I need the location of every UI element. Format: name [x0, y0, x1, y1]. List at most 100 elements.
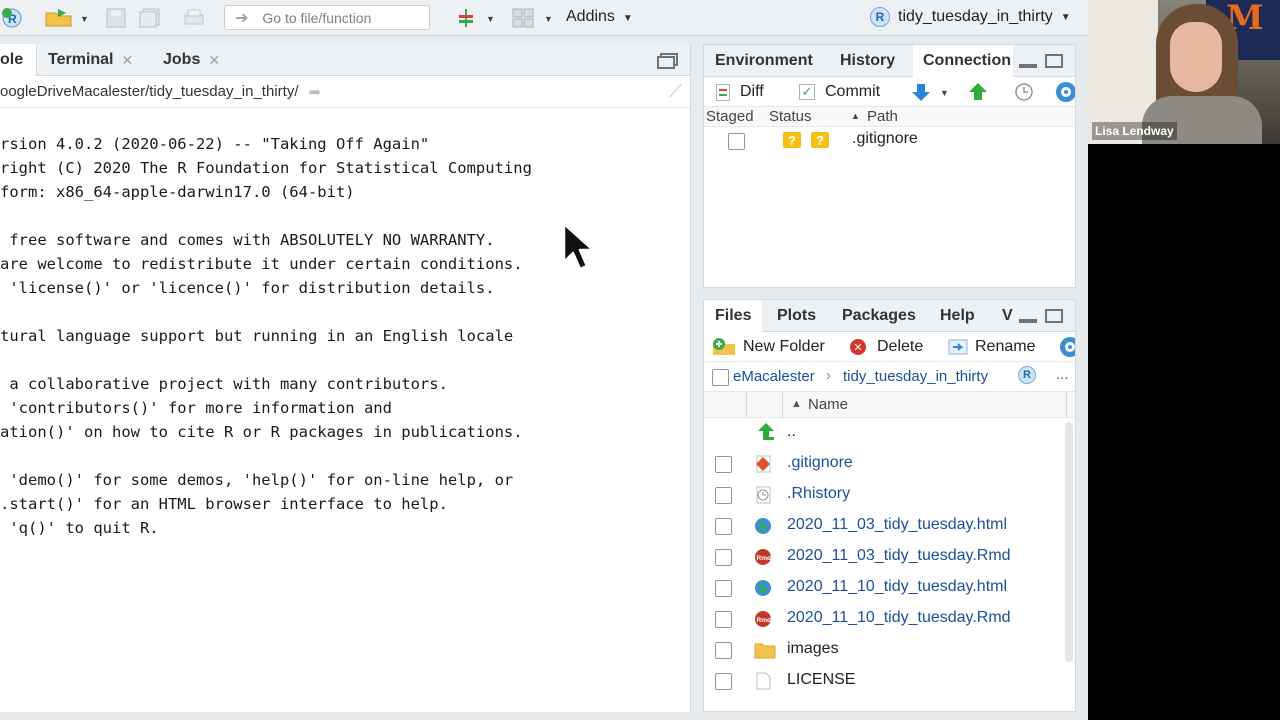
pull-button[interactable]: ▼: [912, 81, 952, 103]
push-button[interactable]: [968, 81, 988, 103]
console-pane: ole Terminal ✕ Jobs ✕ oogleDriveMacalest…: [0, 44, 691, 712]
tab-plots-label: Plots: [777, 307, 817, 324]
file-select-checkbox[interactable]: [715, 673, 732, 690]
print-icon[interactable]: [183, 6, 205, 30]
tab-history[interactable]: History: [840, 45, 895, 77]
html-file-icon: [754, 517, 772, 535]
tab-console-label: ole: [0, 51, 24, 68]
col-status[interactable]: Status: [769, 108, 812, 125]
tab-environment[interactable]: Environment: [715, 45, 813, 77]
rename-button[interactable]: Rename: [948, 336, 1035, 358]
tab-plots[interactable]: Plots: [777, 300, 816, 332]
save-icon[interactable]: [106, 6, 126, 30]
folder-icon: [754, 641, 776, 659]
files-scrollbar[interactable]: [1065, 422, 1073, 662]
file-name-link[interactable]: 2020_11_10_tidy_tuesday.html: [787, 578, 1007, 596]
tab-help[interactable]: Help: [940, 300, 975, 332]
parent-directory-row[interactable]: ..: [704, 418, 1069, 449]
minimize-pane-icon[interactable]: [1019, 319, 1037, 323]
new-folder-button[interactable]: New Folder: [712, 336, 825, 358]
go-to-directory-icon[interactable]: ➦: [308, 83, 321, 101]
close-icon[interactable]: ✕: [208, 52, 220, 69]
git-commit-icon[interactable]: ▼: [456, 6, 496, 30]
restore-pane-icon[interactable]: [657, 53, 679, 74]
addins-menu[interactable]: Addins ▼: [566, 8, 633, 26]
file-row[interactable]: Rmd 2020_11_03_tidy_tuesday.Rmd: [704, 542, 1069, 573]
console-line: right (C) 2020 The R Foundation for Stat…: [0, 159, 532, 177]
file-select-checkbox[interactable]: [715, 642, 732, 659]
tab-packages[interactable]: Packages: [842, 300, 916, 332]
file-select-checkbox[interactable]: [715, 580, 732, 597]
staged-checkbox[interactable]: [728, 133, 745, 150]
file-name-link[interactable]: .Rhistory: [787, 485, 850, 503]
console-line: a collaborative project with many contri…: [0, 375, 448, 393]
sort-asc-icon: ▲: [851, 111, 860, 121]
file-row[interactable]: .gitignore: [704, 449, 1069, 480]
col-path[interactable]: Path: [867, 108, 898, 125]
file-name-link[interactable]: LICENSE: [787, 671, 855, 689]
maximize-pane-icon[interactable]: [1045, 54, 1063, 68]
tab-jobs-label: Jobs: [163, 51, 201, 68]
file-select-checkbox[interactable]: [715, 611, 732, 628]
file-select-checkbox[interactable]: [715, 487, 732, 504]
close-icon[interactable]: ✕: [122, 52, 134, 69]
file-name-link[interactable]: .gitignore: [787, 454, 853, 472]
tab-viewer[interactable]: V: [1002, 300, 1013, 332]
files-more-button[interactable]: [1060, 336, 1075, 358]
tab-console[interactable]: ole: [0, 44, 37, 76]
git-settings-button[interactable]: [1056, 81, 1075, 103]
file-name-link[interactable]: images: [787, 640, 839, 658]
tab-terminal[interactable]: Terminal ✕: [48, 44, 133, 76]
tab-files[interactable]: Files: [704, 300, 763, 332]
tab-history-label: History: [840, 52, 896, 69]
new-project-icon[interactable]: R: [2, 6, 28, 30]
file-select-checkbox[interactable]: [715, 549, 732, 566]
diff-button[interactable]: Diff: [716, 81, 764, 103]
save-all-icon[interactable]: [139, 6, 161, 30]
file-select-checkbox[interactable]: [715, 518, 732, 535]
maximize-pane-icon[interactable]: [1045, 309, 1063, 323]
file-row[interactable]: LICENSE: [704, 666, 1069, 697]
project-menu[interactable]: R tidy_tuesday_in_thirty ▼: [870, 7, 1071, 27]
tab-jobs[interactable]: Jobs ✕: [163, 44, 220, 76]
select-all-checkbox[interactable]: [712, 369, 729, 386]
tab-connections[interactable]: Connection: [913, 45, 1013, 77]
svg-text:▼: ▼: [486, 14, 495, 24]
files-actions-bar: New Folder ✕ Delete Rename: [704, 332, 1075, 362]
tab-files-label: Files: [715, 307, 752, 324]
file-row[interactable]: .Rhistory: [704, 480, 1069, 511]
breadcrumb-parent[interactable]: eMacalester: [733, 368, 815, 385]
file-select-checkbox[interactable]: [715, 456, 732, 473]
open-file-icon[interactable]: ▼: [44, 6, 88, 30]
tab-environment-label: Environment: [715, 52, 813, 69]
file-row[interactable]: Rmd 2020_11_10_tidy_tuesday.Rmd: [704, 604, 1069, 635]
git-pane-tabbar: Environment History Connection: [704, 45, 1075, 77]
col-name[interactable]: Name: [808, 396, 848, 413]
chevron-down-icon: ▼: [1060, 11, 1071, 23]
column-divider: [1066, 392, 1067, 418]
file-name-link[interactable]: 2020_11_03_tidy_tuesday.Rmd: [787, 547, 1011, 565]
git-row[interactable]: ? ? .gitignore: [704, 127, 1075, 155]
text-file-icon: [754, 672, 772, 690]
file-row[interactable]: images: [704, 635, 1069, 666]
minimize-pane-icon[interactable]: [1019, 64, 1037, 68]
go-to-file-function-input[interactable]: ➔ Go to file/function: [224, 5, 430, 30]
checkbox-checked-icon: ✓: [799, 84, 815, 100]
file-name-link[interactable]: 2020_11_10_tidy_tuesday.Rmd: [787, 609, 1011, 627]
history-button[interactable]: [1014, 81, 1034, 103]
file-row[interactable]: 2020_11_03_tidy_tuesday.html: [704, 511, 1069, 542]
console-output[interactable]: rsion 4.0.2 (2020-06-22) -- "Taking Off …: [0, 132, 532, 540]
commit-button[interactable]: ✓ Commit: [799, 81, 880, 103]
git-row-path: .gitignore: [852, 130, 918, 147]
breadcrumb-current[interactable]: tidy_tuesday_in_thirty: [843, 368, 988, 385]
delete-label: Delete: [877, 338, 924, 355]
more-options-button[interactable]: ...: [1056, 366, 1069, 383]
file-row[interactable]: 2020_11_10_tidy_tuesday.html: [704, 573, 1069, 604]
clock-icon: [1015, 83, 1033, 101]
clear-console-icon[interactable]: ⟋: [669, 81, 682, 102]
layout-grid-icon[interactable]: ▼: [512, 6, 556, 30]
file-name-link[interactable]: 2020_11_03_tidy_tuesday.html: [787, 516, 1007, 534]
delete-button[interactable]: ✕ Delete: [850, 336, 923, 358]
col-staged[interactable]: Staged: [706, 108, 754, 125]
